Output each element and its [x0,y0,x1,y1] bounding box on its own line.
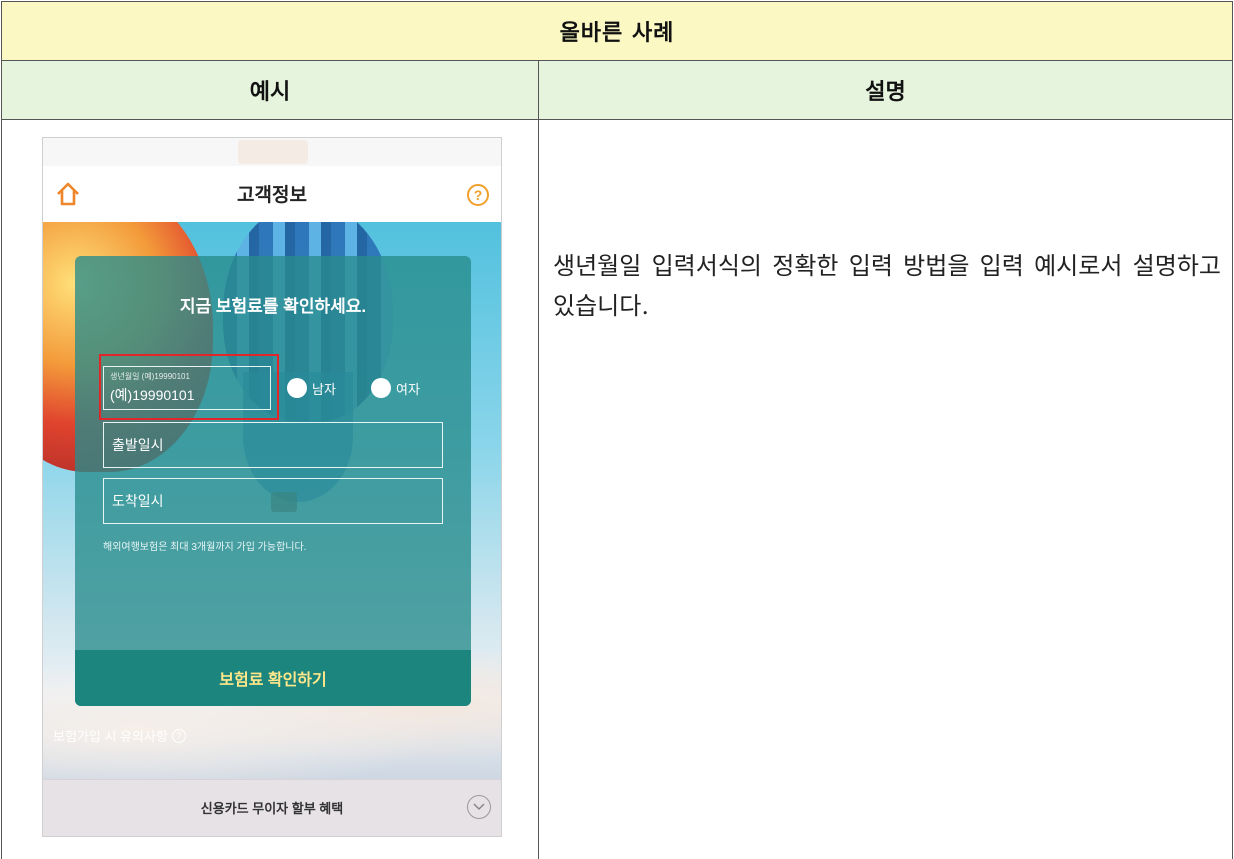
gender-female-radio[interactable]: 여자 [371,378,420,398]
description-cell: 생년월일 입력서식의 정확한 입력 방법을 입력 예시로서 설명하고 있습니다. [538,119,1233,859]
help-icon[interactable]: ? [467,184,489,206]
example-cell: 고객정보 ? 지금 보험료를 확인하세요. 생년월일 (예)19990101 (… [1,119,539,859]
help-icon: ? [171,728,186,743]
column-header-example: 예시 [1,60,539,120]
status-strip [43,138,501,167]
quote-card: 지금 보험료를 확인하세요. 생년월일 (예)19990101 (예)19990… [75,256,471,706]
table-title: 올바른 사례 [1,1,1233,61]
example-table: 올바른 사례 예시 설명 고객정보 ? 지금 보험료를 확인하세요. 생년월일 … [1,1,1233,859]
gender-male-radio[interactable]: 남자 [287,378,336,398]
check-premium-button[interactable]: 보험료 확인하기 [75,650,471,706]
phone-screenshot: 고객정보 ? 지금 보험료를 확인하세요. 생년월일 (예)19990101 (… [42,137,502,837]
installment-label: 신용카드 무이자 할부 혜택 [200,801,344,816]
radio-circle-icon [371,378,391,398]
notice-link[interactable]: 보험가입 시 유의사항 ? [53,726,186,745]
departure-field[interactable]: 출발일시 [103,422,443,468]
highlight-box [99,354,279,420]
arrival-field[interactable]: 도착일시 [103,478,443,524]
column-header-description: 설명 [538,60,1233,120]
gender-female-label: 여자 [396,381,420,397]
card-title: 지금 보험료를 확인하세요. [179,297,367,316]
description-text: 생년월일 입력서식의 정확한 입력 방법을 입력 예시로서 설명하고 있습니다. [553,252,1221,320]
coverage-note: 해외여행보험은 최대 3개월까지 가입 가능합니다. [103,542,307,553]
notice-label: 보험가입 시 유의사항 [53,729,168,744]
app-bar: 고객정보 ? [43,166,501,222]
chevron-down-icon[interactable] [467,795,491,819]
installment-bar[interactable]: 신용카드 무이자 할부 혜택 [43,779,501,836]
gender-male-label: 남자 [312,381,336,397]
app-title: 고객정보 [237,185,307,206]
radio-circle-icon [287,378,307,398]
